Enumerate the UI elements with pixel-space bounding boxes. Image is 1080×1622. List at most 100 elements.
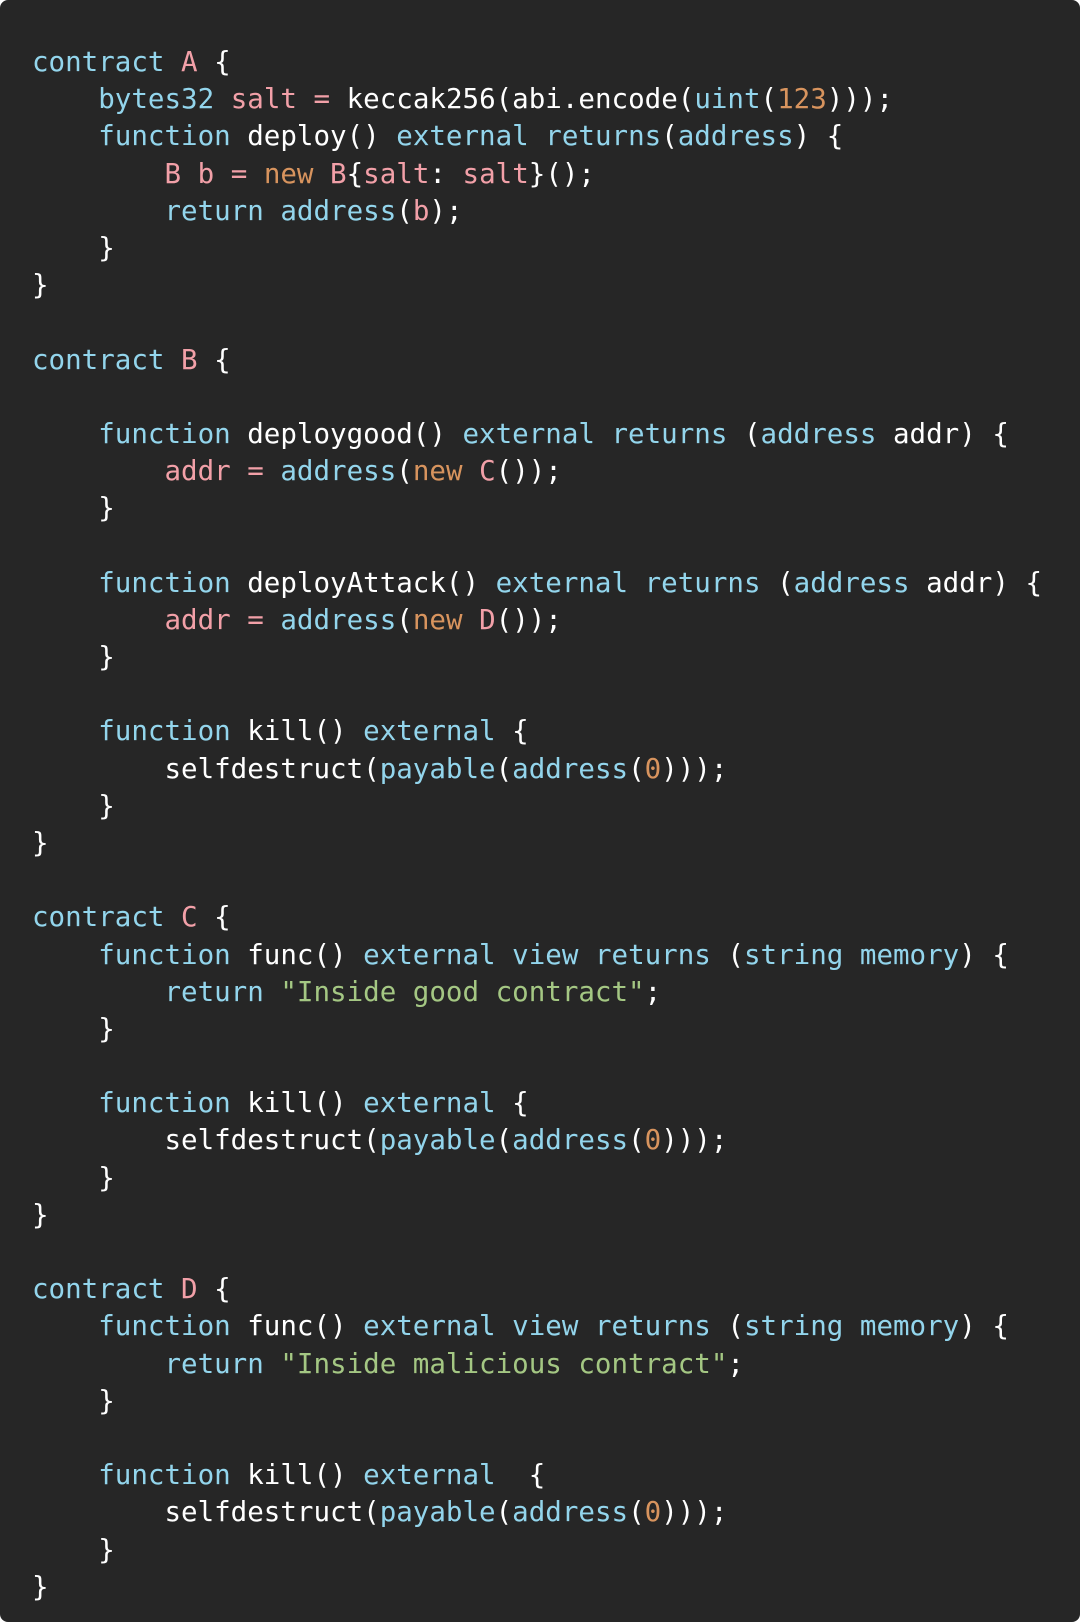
- code-token-default: }: [32, 269, 49, 302]
- code-line: ​: [32, 676, 1080, 713]
- code-token-keyword: external: [363, 715, 496, 748]
- code-token-default: )));: [661, 1124, 728, 1157]
- code-line: function kill() external {: [32, 713, 1080, 750]
- code-token-default: [32, 1459, 98, 1491]
- code-token-default: deploy(): [230, 120, 397, 153]
- code-token-number: new: [412, 455, 463, 488]
- code-token-default: {: [197, 46, 231, 78]
- code-line: return "Inside good contract";: [32, 974, 1080, 1011]
- code-token-default: (: [396, 455, 413, 488]
- code-token-keyword: returns: [545, 120, 662, 153]
- code-token-keyword: contract: [32, 343, 165, 376]
- code-line: function deploygood() external returns (…: [32, 416, 1080, 453]
- code-token-default: [264, 1348, 281, 1380]
- code-token-keyword: address: [677, 120, 794, 153]
- code-token-keyword: return: [164, 975, 264, 1008]
- code-token-keyword: external: [363, 1310, 496, 1343]
- code-token-keyword: address: [512, 1496, 629, 1529]
- code-token-default: func(): [230, 1310, 364, 1343]
- code-token-default: ());: [495, 455, 562, 488]
- code-token-default: [496, 1310, 513, 1342]
- code-token-default: (: [396, 603, 413, 636]
- code-token-keyword: function: [98, 120, 231, 153]
- code-token-default: ());: [495, 603, 562, 636]
- code-line: selfdestruct(payable(address(0)));: [32, 1122, 1080, 1159]
- code-token-number: 0: [644, 1124, 662, 1157]
- code-token-name: D: [181, 1273, 198, 1306]
- code-token-keyword: string: [743, 938, 844, 971]
- code-token-keyword: payable: [379, 1124, 496, 1157]
- code-token-default: [32, 1348, 164, 1380]
- code-token-default: [32, 1310, 98, 1342]
- code-token-keyword: memory: [859, 938, 960, 971]
- code-token-default: (: [495, 1496, 513, 1529]
- code-token-default: [32, 120, 98, 152]
- code-token-default: (: [710, 938, 744, 971]
- code-token-keyword: returns: [644, 566, 761, 599]
- code-line: ​: [32, 1234, 1080, 1271]
- code-token-default: selfdestruct(: [32, 752, 380, 785]
- code-token-default: (: [628, 1496, 645, 1529]
- code-token-default: [32, 939, 98, 971]
- code-line: contract B {: [32, 342, 1080, 379]
- code-token-keyword: contract: [32, 46, 165, 78]
- code-token-keyword: function: [98, 1310, 231, 1343]
- code-line: function kill() external {: [32, 1457, 1080, 1494]
- code-token-default: [32, 158, 164, 190]
- code-token-default: [32, 195, 164, 227]
- code-token-name: C: [479, 455, 496, 488]
- code-token-default: }: [32, 492, 115, 525]
- code-token-name: D: [479, 603, 496, 636]
- code-token-default: }: [32, 1198, 49, 1231]
- code-token-keyword: external: [495, 566, 629, 599]
- code-token-keyword: external: [462, 417, 595, 450]
- code-token-name: b: [412, 194, 430, 227]
- code-token-default: }: [32, 789, 115, 822]
- code-lines: contract A { bytes32 salt = keccak256(ab…: [32, 44, 1080, 1606]
- code-block: contract A { bytes32 salt = keccak256(ab…: [0, 0, 1080, 1622]
- code-token-default: [264, 604, 281, 636]
- code-token-name: salt: [363, 157, 430, 190]
- code-token-default: kill(): [230, 1087, 364, 1120]
- code-token-keyword: function: [98, 1087, 231, 1120]
- code-token-number: new: [263, 157, 314, 190]
- code-token-default: [264, 195, 281, 227]
- code-token-default: [247, 158, 264, 190]
- code-token-default: [496, 939, 513, 971]
- code-line: ​: [32, 304, 1080, 341]
- code-token-default: (: [661, 120, 678, 153]
- code-token-name: B: [330, 157, 347, 190]
- code-line: contract C {: [32, 899, 1080, 936]
- code-line: }: [32, 1383, 1080, 1420]
- code-line: function func() external view returns (s…: [32, 937, 1080, 974]
- code-token-default: [32, 1087, 98, 1119]
- code-token-keyword: address: [512, 1124, 629, 1157]
- code-token-number: 0: [644, 752, 662, 785]
- code-token-keyword: returns: [611, 417, 728, 450]
- code-token-number: 123: [777, 83, 827, 116]
- code-token-keyword: view: [512, 1310, 579, 1343]
- code-token-default: [297, 83, 314, 115]
- code-token-keyword: address: [280, 603, 397, 636]
- code-token-keyword: external: [363, 1087, 496, 1120]
- code-line: ​: [32, 1420, 1080, 1457]
- code-token-default: )));: [826, 83, 894, 116]
- code-line: }: [32, 1569, 1080, 1606]
- code-line: }: [32, 230, 1080, 267]
- code-token-name: =: [247, 603, 264, 636]
- code-token-default: [164, 901, 181, 933]
- code-token-name: B: [181, 343, 198, 376]
- code-token-default: [843, 939, 860, 971]
- code-token-default: [164, 46, 181, 78]
- code-token-default: addr) {: [876, 417, 1009, 450]
- code-token-default: }: [32, 1012, 115, 1045]
- code-token-default: ;: [644, 975, 662, 1008]
- code-token-keyword: function: [98, 566, 231, 599]
- code-token-default: [264, 455, 281, 487]
- code-token-name: =: [313, 83, 331, 116]
- code-token-default: [578, 1310, 595, 1342]
- code-token-default: {: [495, 1459, 546, 1492]
- code-token-default: {: [495, 1087, 529, 1120]
- code-line: }: [32, 1197, 1080, 1234]
- code-token-keyword: function: [98, 715, 231, 748]
